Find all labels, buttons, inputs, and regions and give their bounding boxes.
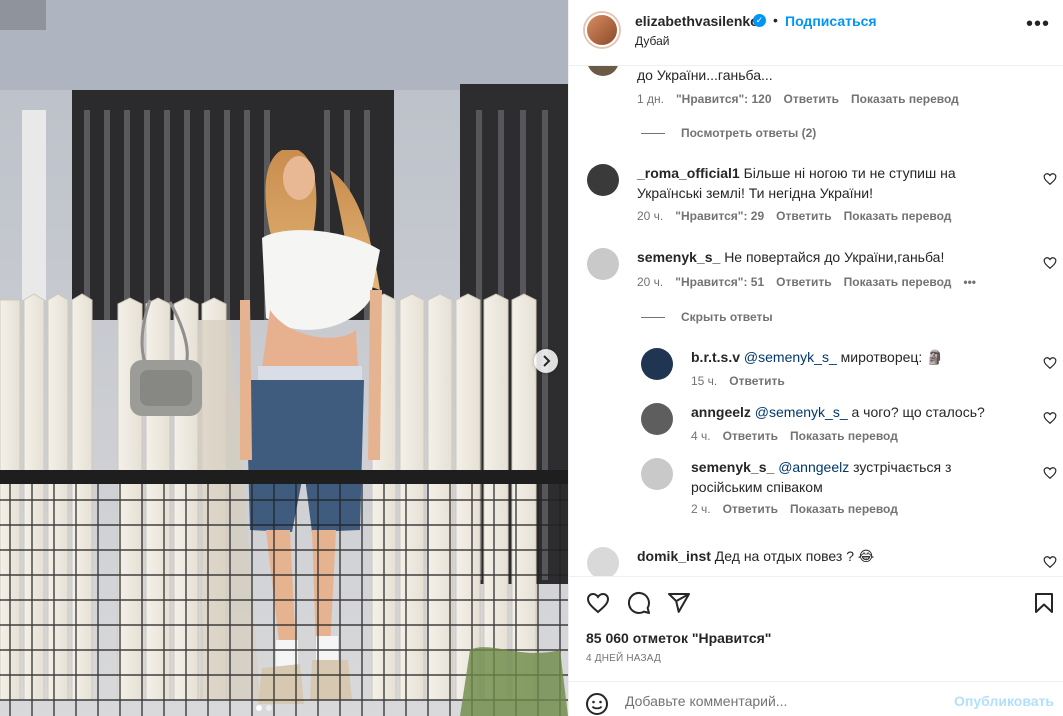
carousel-dots <box>256 705 272 711</box>
post-location[interactable]: Дубай <box>635 34 670 48</box>
verified-badge-icon: ✓ <box>753 14 766 27</box>
reply-meta: 4 ч. Ответить Показать перевод <box>691 429 898 443</box>
author-avatar[interactable] <box>585 13 619 47</box>
header-separator: • <box>773 12 778 28</box>
post-photo[interactable] <box>0 0 568 716</box>
like-comment-heart-icon[interactable] <box>1043 172 1057 186</box>
translate-button[interactable]: Показать перевод <box>790 429 898 443</box>
post-actions: 85 060 отметок "Нравится" 4 ДНЕЙ НАЗАД О… <box>569 576 1063 716</box>
comment-avatar[interactable] <box>587 164 619 196</box>
post-header: elizabethvasilenko ✓ • Подписаться Дубай… <box>569 0 1063 66</box>
reply-time[interactable]: 4 ч. <box>691 429 711 443</box>
comment-likes[interactable]: "Нравится": 29 <box>675 209 764 223</box>
like-comment-heart-icon[interactable] <box>1043 555 1057 569</box>
carousel-dot <box>266 705 272 711</box>
post-image <box>0 0 568 716</box>
comment-likes[interactable]: "Нравится": 120 <box>676 92 772 106</box>
follow-button[interactable]: Подписаться <box>785 13 877 29</box>
like-reply-heart-icon[interactable] <box>1043 411 1057 425</box>
comment-meta: 20 ч. "Нравится": 51 Ответить Показать п… <box>637 275 976 289</box>
comment-options-button[interactable]: ••• <box>963 275 976 289</box>
reply-avatar[interactable] <box>641 403 673 435</box>
emoji-icon[interactable] <box>585 692 609 716</box>
carousel-dot-active <box>256 705 262 711</box>
comment-body: semenyk_s_ Не повертайся до України,гань… <box>637 247 1017 267</box>
reply-button[interactable]: Ответить <box>776 275 831 289</box>
reply-time[interactable]: 15 ч. <box>691 374 717 388</box>
publish-button[interactable]: Опубликовать <box>954 693 1054 709</box>
view-replies-label: Посмотреть ответы (2) <box>681 126 817 140</box>
share-icon[interactable] <box>667 591 691 615</box>
comments-list[interactable]: до України...ганьба... 1 дн. "Нравится":… <box>569 66 1063 576</box>
comment-text: Дед на отдых повез ? 😂 <box>714 548 875 564</box>
reply-text: а чого? що сталось? <box>851 404 985 420</box>
comment-time[interactable]: 20 ч. <box>637 275 663 289</box>
like-comment-heart-icon[interactable] <box>1043 256 1057 270</box>
reply-avatar[interactable] <box>641 458 673 490</box>
reply-button[interactable]: Ответить <box>723 502 778 516</box>
comment-input[interactable] <box>625 690 945 712</box>
reply-username[interactable]: semenyk_s_ <box>691 459 774 475</box>
comment-time[interactable]: 20 ч. <box>637 209 663 223</box>
post-sidebar: elizabethvasilenko ✓ • Подписаться Дубай… <box>568 0 1063 716</box>
reply-time[interactable]: 2 ч. <box>691 502 711 516</box>
next-slide-button[interactable] <box>534 349 558 373</box>
reply-body: b.r.t.s.v @semenyk_s_ миротворец: 🗿 <box>691 347 1021 367</box>
comment-body: domik_inst Дед на отдых повез ? 😂 <box>637 546 1017 566</box>
comment-username[interactable]: _roma_official1 <box>637 165 740 181</box>
reply-username[interactable]: b.r.t.s.v <box>691 349 740 365</box>
comment-username[interactable]: semenyk_s_ <box>637 249 720 265</box>
comment-body: _roma_official1 Більше ні ногою ти не ст… <box>637 163 1017 203</box>
hide-replies-button[interactable]: Скрыть ответы <box>641 310 773 324</box>
author-username[interactable]: elizabethvasilenko <box>635 13 759 29</box>
reply-button[interactable]: Ответить <box>729 374 784 388</box>
reply-body: anngeelz @semenyk_s_ а чого? що сталось? <box>691 402 1021 422</box>
comment-avatar[interactable] <box>587 248 619 280</box>
view-replies-button[interactable]: Посмотреть ответы (2) <box>641 126 816 140</box>
comment-text: Не повертайся до України,ганьба! <box>724 249 945 265</box>
translate-button[interactable]: Показать перевод <box>844 209 952 223</box>
comment-avatar[interactable] <box>587 66 619 76</box>
reply-avatar[interactable] <box>641 348 673 380</box>
translate-button[interactable]: Показать перевод <box>851 92 959 106</box>
reply-button[interactable]: Ответить <box>776 209 831 223</box>
reply-mention[interactable]: @semenyk_s_ <box>755 404 848 420</box>
reply-button[interactable]: Ответить <box>784 92 839 106</box>
translate-button[interactable]: Показать перевод <box>844 275 952 289</box>
reply-mention[interactable]: @anngeelz <box>778 459 849 475</box>
comment-avatar[interactable] <box>587 547 619 576</box>
reply-meta: 15 ч. Ответить <box>691 374 785 388</box>
translate-button[interactable]: Показать перевод <box>790 502 898 516</box>
likes-count[interactable]: 85 060 отметок "Нравится" <box>586 630 771 646</box>
like-reply-heart-icon[interactable] <box>1043 466 1057 480</box>
add-comment-bar: Опубликовать <box>569 681 1063 716</box>
bookmark-icon[interactable] <box>1032 591 1056 615</box>
hide-replies-label: Скрыть ответы <box>681 310 773 324</box>
comment-username[interactable]: domik_inst <box>637 548 711 564</box>
reply-mention[interactable]: @semenyk_s_ <box>744 349 837 365</box>
comment-likes[interactable]: "Нравится": 51 <box>675 275 764 289</box>
post-timestamp[interactable]: 4 ДНЕЙ НАЗАД <box>586 653 661 664</box>
more-options-icon[interactable]: ••• <box>1026 14 1050 34</box>
like-reply-heart-icon[interactable] <box>1043 356 1057 370</box>
comment-text: до України...ганьба... <box>637 67 773 83</box>
chevron-right-icon <box>543 355 551 367</box>
comment-meta: 1 дн. "Нравится": 120 Ответить Показать … <box>637 92 959 106</box>
comment-meta: 20 ч. "Нравится": 29 Ответить Показать п… <box>637 209 951 223</box>
heart-icon[interactable] <box>586 591 610 615</box>
comment-icon[interactable] <box>627 591 651 615</box>
reply-meta: 2 ч. Ответить Показать перевод <box>691 502 898 516</box>
reply-body: semenyk_s_ @anngeelz зустрічається з рос… <box>691 457 1021 497</box>
reply-button[interactable]: Ответить <box>723 429 778 443</box>
reply-username[interactable]: anngeelz <box>691 404 751 420</box>
comment-time[interactable]: 1 дн. <box>637 92 664 106</box>
reply-text: миротворец: 🗿 <box>840 349 944 365</box>
